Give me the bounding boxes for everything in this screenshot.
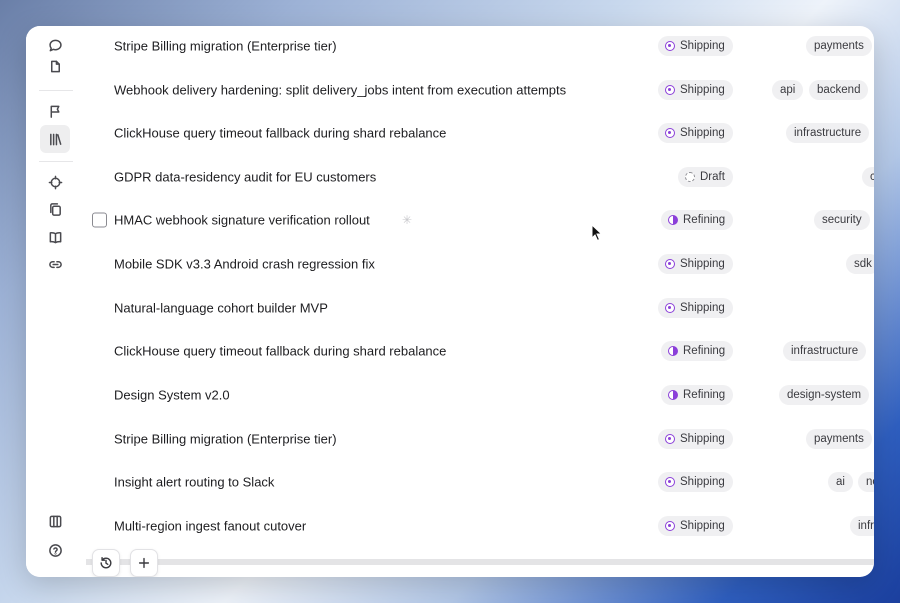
library-icon[interactable] <box>40 125 70 153</box>
tag-badge[interactable]: c <box>862 167 874 187</box>
shipping-status-icon <box>665 303 675 313</box>
columns-icon[interactable] <box>42 508 68 534</box>
sparkle-icon[interactable]: ✳ <box>402 213 412 227</box>
item-title[interactable]: Natural-language cohort builder MVP <box>114 301 328 316</box>
item-title[interactable]: ClickHouse query timeout fallback during… <box>114 344 446 359</box>
status-badge[interactable]: Shipping <box>658 36 733 56</box>
shipping-status-icon <box>665 477 675 487</box>
status-label: Refining <box>683 345 726 357</box>
item-title[interactable]: Stripe Billing migration (Enterprise tie… <box>114 39 337 54</box>
sidebar-divider <box>39 90 73 91</box>
horizontal-scrollbar[interactable] <box>86 559 874 565</box>
refining-status-icon <box>668 215 678 225</box>
book-icon[interactable] <box>42 224 68 250</box>
tag-badge[interactable]: infr <box>850 516 874 536</box>
status-label: Shipping <box>680 433 725 445</box>
link-icon[interactable] <box>42 251 68 277</box>
refining-status-icon <box>668 390 678 400</box>
status-label: Shipping <box>680 40 725 52</box>
list-item[interactable]: Webhook delivery hardening: split delive… <box>86 68 874 112</box>
app-window: Stripe Billing migration (Enterprise tie… <box>26 26 874 577</box>
status-label: Refining <box>683 214 726 226</box>
tag-badge[interactable]: payments <box>806 429 872 449</box>
tag-badge[interactable]: ai <box>828 472 853 492</box>
help-icon[interactable] <box>42 537 68 563</box>
sidebar <box>26 26 86 577</box>
status-label: Shipping <box>680 258 725 270</box>
status-badge[interactable]: Shipping <box>658 254 733 274</box>
mouse-cursor-icon <box>591 224 603 242</box>
tag-badge[interactable]: design-system <box>779 385 870 405</box>
draft-status-icon <box>685 172 695 182</box>
tag-badge[interactable]: sdk <box>846 254 874 274</box>
sidebar-divider <box>39 161 73 162</box>
shipping-status-icon <box>665 434 675 444</box>
item-title[interactable]: Webhook delivery hardening: split delive… <box>114 83 566 98</box>
copy-icon[interactable] <box>42 196 68 222</box>
status-badge[interactable]: Shipping <box>658 123 733 143</box>
status-badge[interactable]: Shipping <box>658 472 733 492</box>
item-list: Stripe Billing migration (Enterprise tie… <box>86 26 874 577</box>
crosshair-icon[interactable] <box>42 169 68 195</box>
status-label: Shipping <box>680 476 725 488</box>
item-title[interactable]: Insight alert routing to Slack <box>114 475 274 490</box>
shipping-status-icon <box>665 41 675 51</box>
document-icon[interactable] <box>42 53 68 79</box>
refining-status-icon <box>668 346 678 356</box>
item-title[interactable]: Mobile SDK v3.3 Android crash regression… <box>114 257 375 272</box>
shipping-status-icon <box>665 128 675 138</box>
status-badge[interactable]: Draft <box>678 167 733 187</box>
tag-badge[interactable]: payments <box>806 36 872 56</box>
list-item[interactable]: Stripe Billing migration (Enterprise tie… <box>86 26 874 68</box>
status-label: Shipping <box>680 84 725 96</box>
list-item[interactable]: Stripe Billing migration (Enterprise tie… <box>86 417 874 461</box>
tag-badge[interactable]: infrastructure <box>786 123 870 143</box>
flag-icon[interactable] <box>42 98 68 124</box>
status-badge[interactable]: Refining <box>661 385 734 405</box>
list-item[interactable]: Insight alert routing to Slack Shipping … <box>86 460 874 504</box>
list-item[interactable]: Multi-region ingest fanout cutover Shipp… <box>86 504 874 548</box>
list-item[interactable]: HMAC webhook signature verification roll… <box>86 198 874 242</box>
item-title[interactable]: ClickHouse query timeout fallback during… <box>114 126 446 141</box>
status-badge[interactable]: Shipping <box>658 298 733 318</box>
tag-badge[interactable]: api <box>772 80 804 100</box>
list-item[interactable]: ClickHouse query timeout fallback during… <box>86 111 874 155</box>
status-label: Shipping <box>680 302 725 314</box>
status-badge[interactable]: Refining <box>661 210 734 230</box>
item-title[interactable]: Multi-region ingest fanout cutover <box>114 519 306 534</box>
shipping-status-icon <box>665 259 675 269</box>
item-title[interactable]: Stripe Billing migration (Enterprise tie… <box>114 432 337 447</box>
list-item[interactable]: GDPR data-residency audit for EU custome… <box>86 155 874 199</box>
tag-badge[interactable]: infrastructure <box>783 341 867 361</box>
tag-badge[interactable]: security <box>814 210 870 230</box>
item-title[interactable]: GDPR data-residency audit for EU custome… <box>114 170 376 185</box>
status-label: Draft <box>700 171 725 183</box>
list-item[interactable]: Natural-language cohort builder MVP Ship… <box>86 286 874 330</box>
status-badge[interactable]: Shipping <box>658 516 733 536</box>
tag-badge[interactable]: nc <box>858 472 874 492</box>
row-checkbox[interactable] <box>92 212 107 228</box>
item-title[interactable]: HMAC webhook signature verification roll… <box>114 213 370 228</box>
status-badge[interactable]: Refining <box>661 341 734 361</box>
list-item[interactable]: Mobile SDK v3.3 Android crash regression… <box>86 242 874 286</box>
plus-icon[interactable] <box>130 549 158 577</box>
tag-badge[interactable]: backend <box>809 80 869 100</box>
status-label: Shipping <box>680 520 725 532</box>
list-item[interactable]: Design System v2.0 Refining design-syste… <box>86 373 874 417</box>
status-badge[interactable]: Shipping <box>658 429 733 449</box>
item-title[interactable]: Design System v2.0 <box>114 388 230 403</box>
shipping-status-icon <box>665 521 675 531</box>
status-label: Shipping <box>680 127 725 139</box>
history-icon[interactable] <box>92 549 120 577</box>
status-label: Refining <box>683 389 726 401</box>
list-item[interactable]: ClickHouse query timeout fallback during… <box>86 329 874 373</box>
shipping-status-icon <box>665 85 675 95</box>
status-badge[interactable]: Shipping <box>658 80 733 100</box>
